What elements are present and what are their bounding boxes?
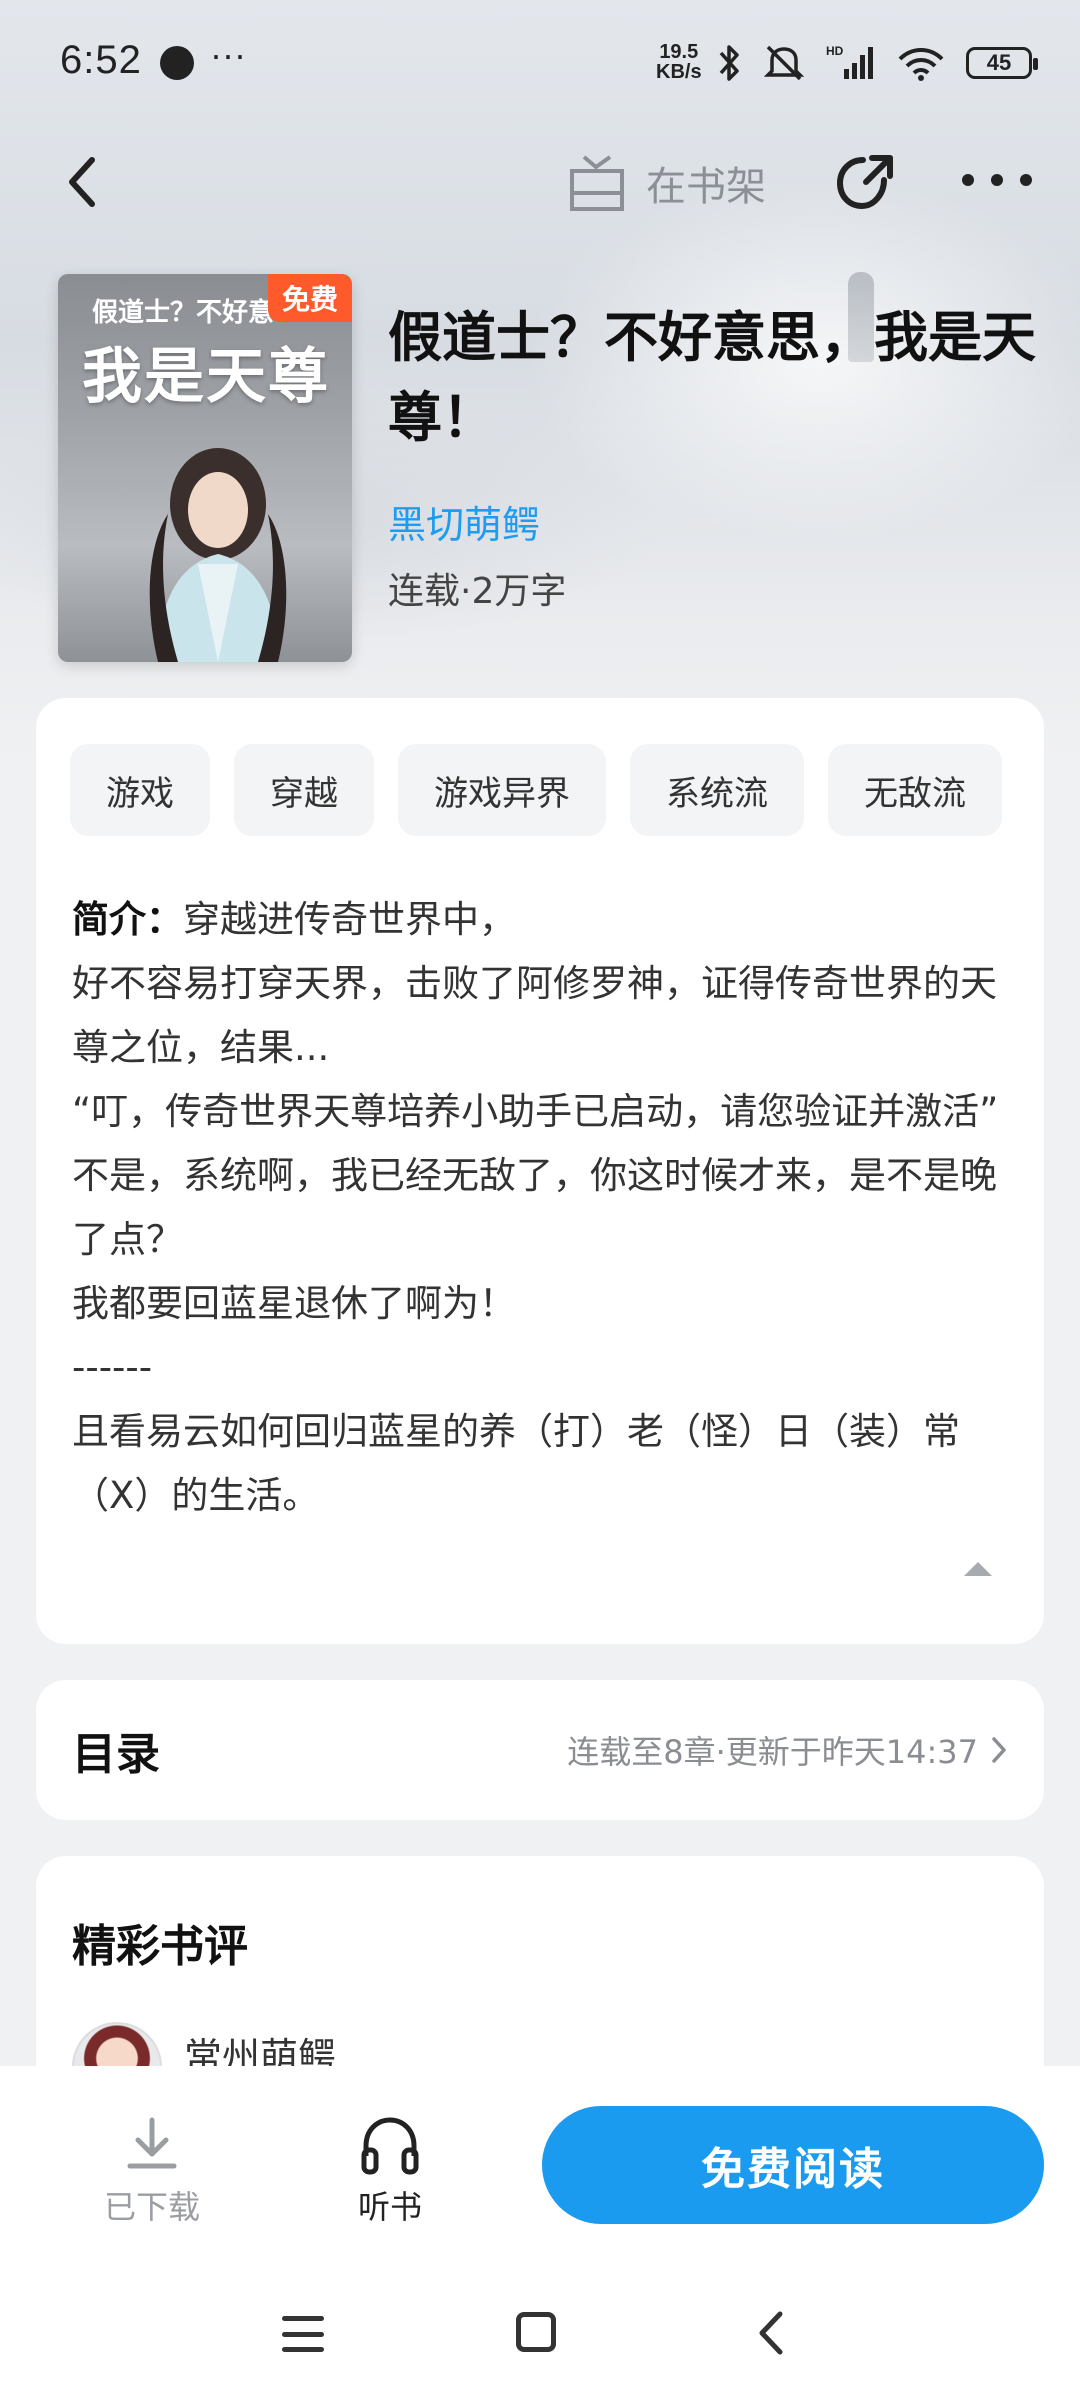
intro-text[interactable]: 简介：穿越进传奇世界中， 好不容易打穿天界，击败了阿修罗神，证得传奇世界的天尊之… [72, 888, 1012, 1528]
bookshelf-icon [570, 155, 624, 211]
signal-icon: HD [826, 44, 873, 79]
system-nav-bar [0, 2270, 1080, 2400]
menu-line [282, 2347, 324, 2352]
svg-text:HD: HD [826, 44, 844, 58]
menu-line [282, 2316, 324, 2321]
dot-icon [991, 174, 1003, 186]
review-section-title: 精彩书评 [72, 1921, 248, 1972]
cover-subtitle: 假道士？不好意 [92, 298, 275, 328]
recent-apps-button[interactable] [282, 2316, 324, 2352]
system-back-button[interactable] [752, 2310, 792, 2356]
share-button[interactable] [832, 150, 898, 216]
tag-item[interactable]: 游戏 [70, 744, 210, 836]
more-menu-button[interactable] [962, 160, 1032, 200]
bluetooth-icon [719, 45, 739, 81]
tag-item[interactable]: 游戏异界 [398, 744, 606, 836]
dot-icon [962, 174, 974, 186]
bookshelf-button[interactable]: 在书架 [566, 148, 766, 218]
toc-title: 目录 [72, 1729, 160, 1780]
intro-body: 穿越进传奇世界中， 好不容易打穿天界，击败了阿修罗神，证得传奇世界的天尊之位，结… [72, 898, 999, 1517]
status-bar: 6:52 ··· 19.5 KB/s HD 45 [0, 0, 1080, 120]
book-meta: 连载·2万字 [388, 571, 567, 612]
wifi-icon [898, 48, 944, 81]
home-button[interactable] [516, 2312, 556, 2352]
network-speed: 19.5 KB/s [656, 41, 702, 83]
dot-icon [1020, 174, 1032, 186]
intro-card: 游戏 穿越 游戏异界 系统流 无敌流 简介：穿越进传奇世界中， 好不容易打穿天界… [36, 698, 1044, 1644]
download-icon [127, 2117, 177, 2169]
collapse-triangle-icon[interactable] [962, 1558, 994, 1578]
cover-title: 我是天尊 [82, 342, 330, 412]
free-badge: 免费 [268, 274, 352, 322]
intro-label: 简介： [72, 898, 183, 941]
download-button[interactable]: 已下载 [96, 2116, 208, 2228]
headphones-icon [361, 2117, 419, 2175]
status-icons: HD 45 [716, 38, 1038, 88]
toc-update-info: 连载至8章·更新于昨天14:37 [567, 1733, 978, 1771]
status-time: 6:52 [60, 38, 142, 82]
tag-item[interactable]: 无敌流 [828, 744, 1002, 836]
toc-info: 连载至8章·更新于昨天14:37 [567, 1727, 1008, 1773]
free-read-button[interactable]: 免费阅读 [542, 2106, 1044, 2224]
back-button[interactable] [58, 150, 108, 214]
listen-label: 听书 [357, 2188, 422, 2226]
bookshelf-label: 在书架 [646, 164, 766, 210]
mute-icon [763, 45, 805, 81]
book-title: 假道士？不好意思，我是天尊！ [388, 306, 1036, 449]
tag-list: 游戏 穿越 游戏异界 系统流 无敌流 [70, 744, 1002, 836]
download-label: 已下载 [103, 2188, 200, 2226]
book-author[interactable]: 黑切萌鳄 [388, 494, 540, 549]
cover-illustration [149, 448, 287, 662]
toc-card[interactable]: 目录 连载至8章·更新于昨天14:37 [36, 1680, 1044, 1820]
tag-item[interactable]: 系统流 [630, 744, 804, 836]
chevron-right-icon [992, 1737, 1006, 1763]
tag-item[interactable]: 穿越 [234, 744, 374, 836]
book-cover[interactable]: 假道士？不好意 我是天尊 免费 [58, 274, 352, 662]
more-notifications-icon: ··· [210, 34, 246, 75]
battery-indicator: 45 [966, 47, 1038, 79]
notification-icon [160, 46, 194, 80]
listen-button[interactable]: 听书 [334, 2116, 446, 2228]
menu-line [282, 2331, 324, 2337]
